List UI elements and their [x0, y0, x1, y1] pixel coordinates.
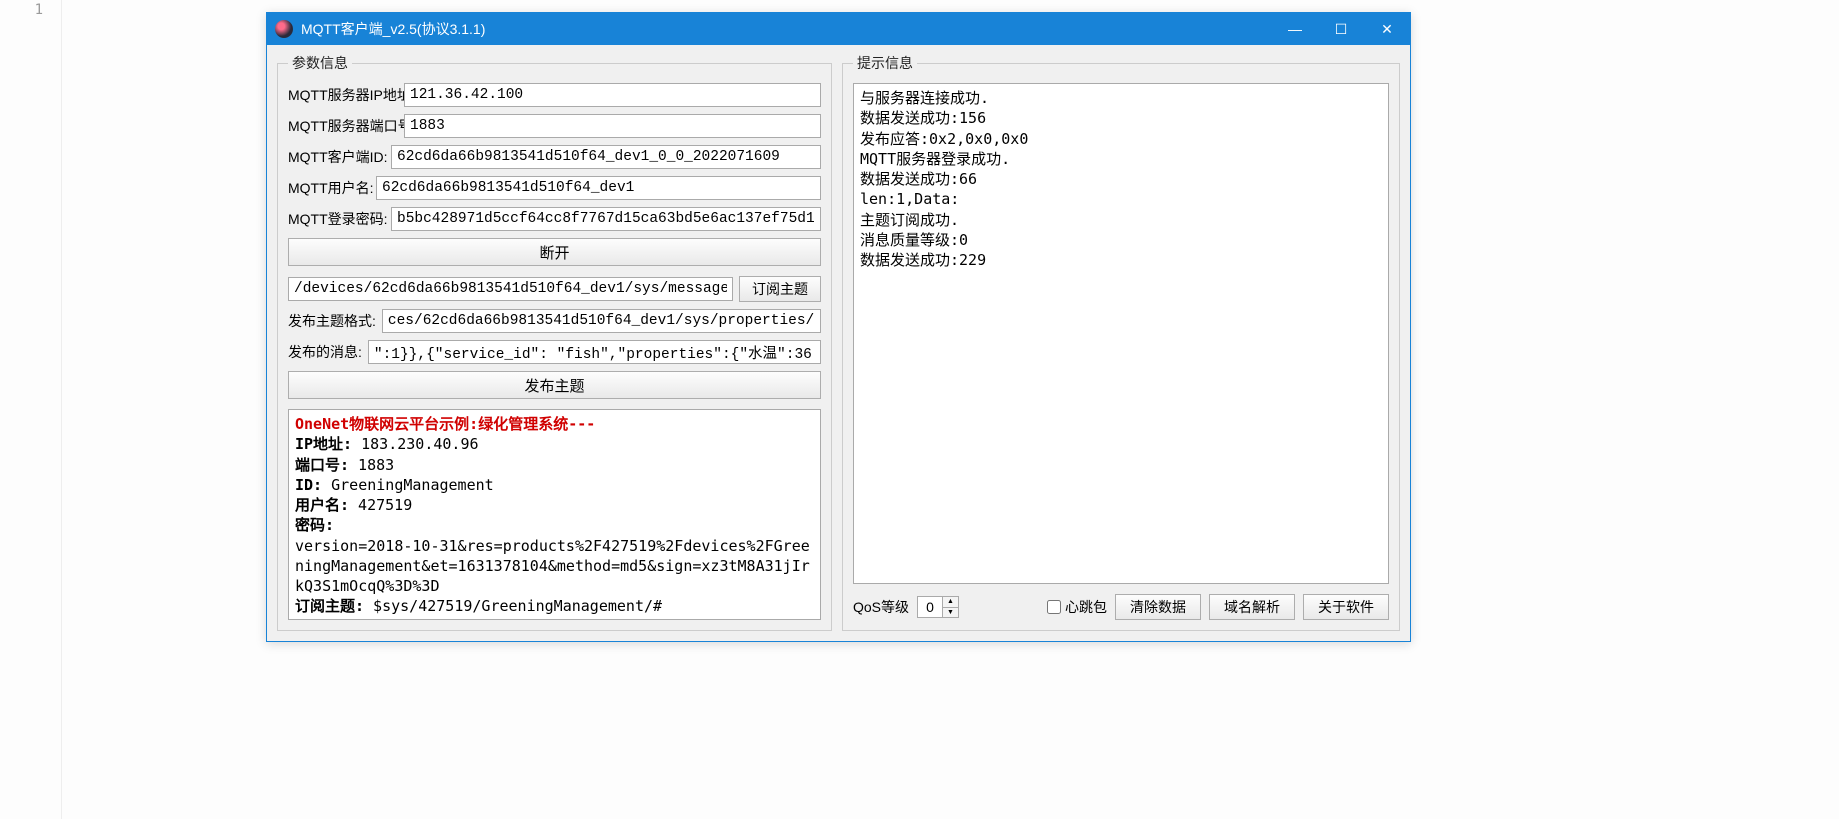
label-client-id: MQTT客户端ID:: [288, 147, 385, 167]
footer-row: QoS等级 ▲ ▼ 心跳包 清除数据 域名解析 关于软件: [853, 594, 1389, 620]
qos-spin-down[interactable]: ▼: [943, 608, 958, 618]
about-button[interactable]: 关于软件: [1303, 594, 1389, 620]
titlebar: MQTT客户端_v2.5(协议3.1.1) — ☐ ✕: [267, 13, 1410, 45]
heartbeat-label: 心跳包: [1065, 597, 1107, 617]
label-server-port: MQTT服务器端口号:: [288, 116, 398, 136]
row-server-port: MQTT服务器端口号:: [288, 114, 821, 138]
hint-log-box[interactable]: 与服务器连接成功. 数据发送成功:156 发布应答:0x2,0x0,0x0 MQ…: [853, 83, 1389, 584]
label-password: MQTT登录密码:: [288, 209, 385, 229]
example-user-label: 用户名:: [295, 496, 349, 514]
example-port-value: 1883: [349, 456, 394, 474]
params-group: 参数信息 MQTT服务器IP地址: MQTT服务器端口号: MQTT客户端ID:…: [277, 53, 832, 631]
example-pub-label: 发布主题:: [295, 618, 364, 621]
example-title: OneNet物联网云平台示例:绿化管理系统---: [295, 415, 595, 433]
example-sub-value: $sys/427519/GreeningManagement/#: [364, 597, 662, 615]
example-ip-value: 183.230.40.96: [352, 435, 478, 453]
example-id-value: GreeningManagement: [322, 476, 494, 494]
qos-value-input[interactable]: [918, 597, 942, 617]
publish-button[interactable]: 发布主题: [288, 371, 821, 399]
row-server-ip: MQTT服务器IP地址:: [288, 83, 821, 107]
dns-resolve-button[interactable]: 域名解析: [1209, 594, 1295, 620]
label-publish-msg: 发布的消息:: [288, 342, 362, 362]
example-ip-label: IP地址:: [295, 435, 352, 453]
input-username[interactable]: [376, 176, 821, 200]
row-client-id: MQTT客户端ID:: [288, 145, 821, 169]
subscribe-button[interactable]: 订阅主题: [739, 276, 821, 302]
close-button[interactable]: ✕: [1364, 13, 1410, 45]
hints-group: 提示信息 与服务器连接成功. 数据发送成功:156 发布应答:0x2,0x0,0…: [842, 53, 1400, 631]
input-server-port[interactable]: [404, 114, 821, 138]
input-server-ip[interactable]: [404, 83, 821, 107]
input-client-id[interactable]: [391, 145, 821, 169]
example-pw-value: version=2018-10-31&res=products%2F427519…: [295, 537, 810, 596]
input-password[interactable]: [391, 207, 821, 231]
example-log-box[interactable]: OneNet物联网云平台示例:绿化管理系统--- IP地址: 183.230.4…: [288, 409, 821, 620]
label-publish-topic: 发布主题格式:: [288, 311, 376, 331]
heartbeat-checkbox[interactable]: [1047, 600, 1061, 614]
qos-spin-up[interactable]: ▲: [943, 597, 958, 608]
heartbeat-checkbox-wrap[interactable]: 心跳包: [1047, 597, 1107, 617]
maximize-icon: ☐: [1335, 21, 1348, 38]
params-legend: 参数信息: [288, 53, 352, 73]
label-username: MQTT用户名:: [288, 178, 370, 198]
label-server-ip: MQTT服务器IP地址:: [288, 85, 398, 105]
mqtt-client-window: MQTT客户端_v2.5(协议3.1.1) — ☐ ✕ 参数信息 MQTT服务器…: [266, 12, 1411, 642]
example-user-value: 427519: [349, 496, 412, 514]
row-username: MQTT用户名:: [288, 176, 821, 200]
window-body: 参数信息 MQTT服务器IP地址: MQTT服务器端口号: MQTT客户端ID:…: [267, 45, 1410, 641]
window-title: MQTT客户端_v2.5(协议3.1.1): [301, 19, 1272, 39]
app-icon: [275, 20, 293, 38]
input-subscribe-topic[interactable]: [288, 277, 733, 301]
qos-label: QoS等级: [853, 597, 909, 617]
example-sub-label: 订阅主题:: [295, 597, 364, 615]
example-port-label: 端口号:: [295, 456, 349, 474]
qos-spin-buttons: ▲ ▼: [942, 597, 958, 617]
example-id-label: ID:: [295, 476, 322, 494]
row-password: MQTT登录密码:: [288, 207, 821, 231]
row-publish-msg: 发布的消息:: [288, 340, 821, 364]
row-publish-topic: 发布主题格式:: [288, 309, 821, 333]
minimize-icon: —: [1288, 21, 1302, 37]
example-pw-label: 密码:: [295, 516, 334, 534]
row-subscribe: 订阅主题: [288, 276, 821, 302]
line-number-1: 1: [35, 2, 43, 18]
input-publish-topic[interactable]: [382, 309, 821, 333]
maximize-button[interactable]: ☐: [1318, 13, 1364, 45]
input-publish-msg[interactable]: [368, 340, 821, 364]
hints-legend: 提示信息: [853, 53, 917, 73]
example-pub-value: $sys/427519/GreeningManagement/dp/post/j…: [364, 618, 761, 621]
disconnect-button[interactable]: 断开: [288, 238, 821, 266]
close-icon: ✕: [1381, 21, 1393, 38]
minimize-button[interactable]: —: [1272, 13, 1318, 45]
line-number-gutter: 1: [0, 0, 62, 819]
clear-data-button[interactable]: 清除数据: [1115, 594, 1201, 620]
qos-spinner[interactable]: ▲ ▼: [917, 596, 959, 618]
